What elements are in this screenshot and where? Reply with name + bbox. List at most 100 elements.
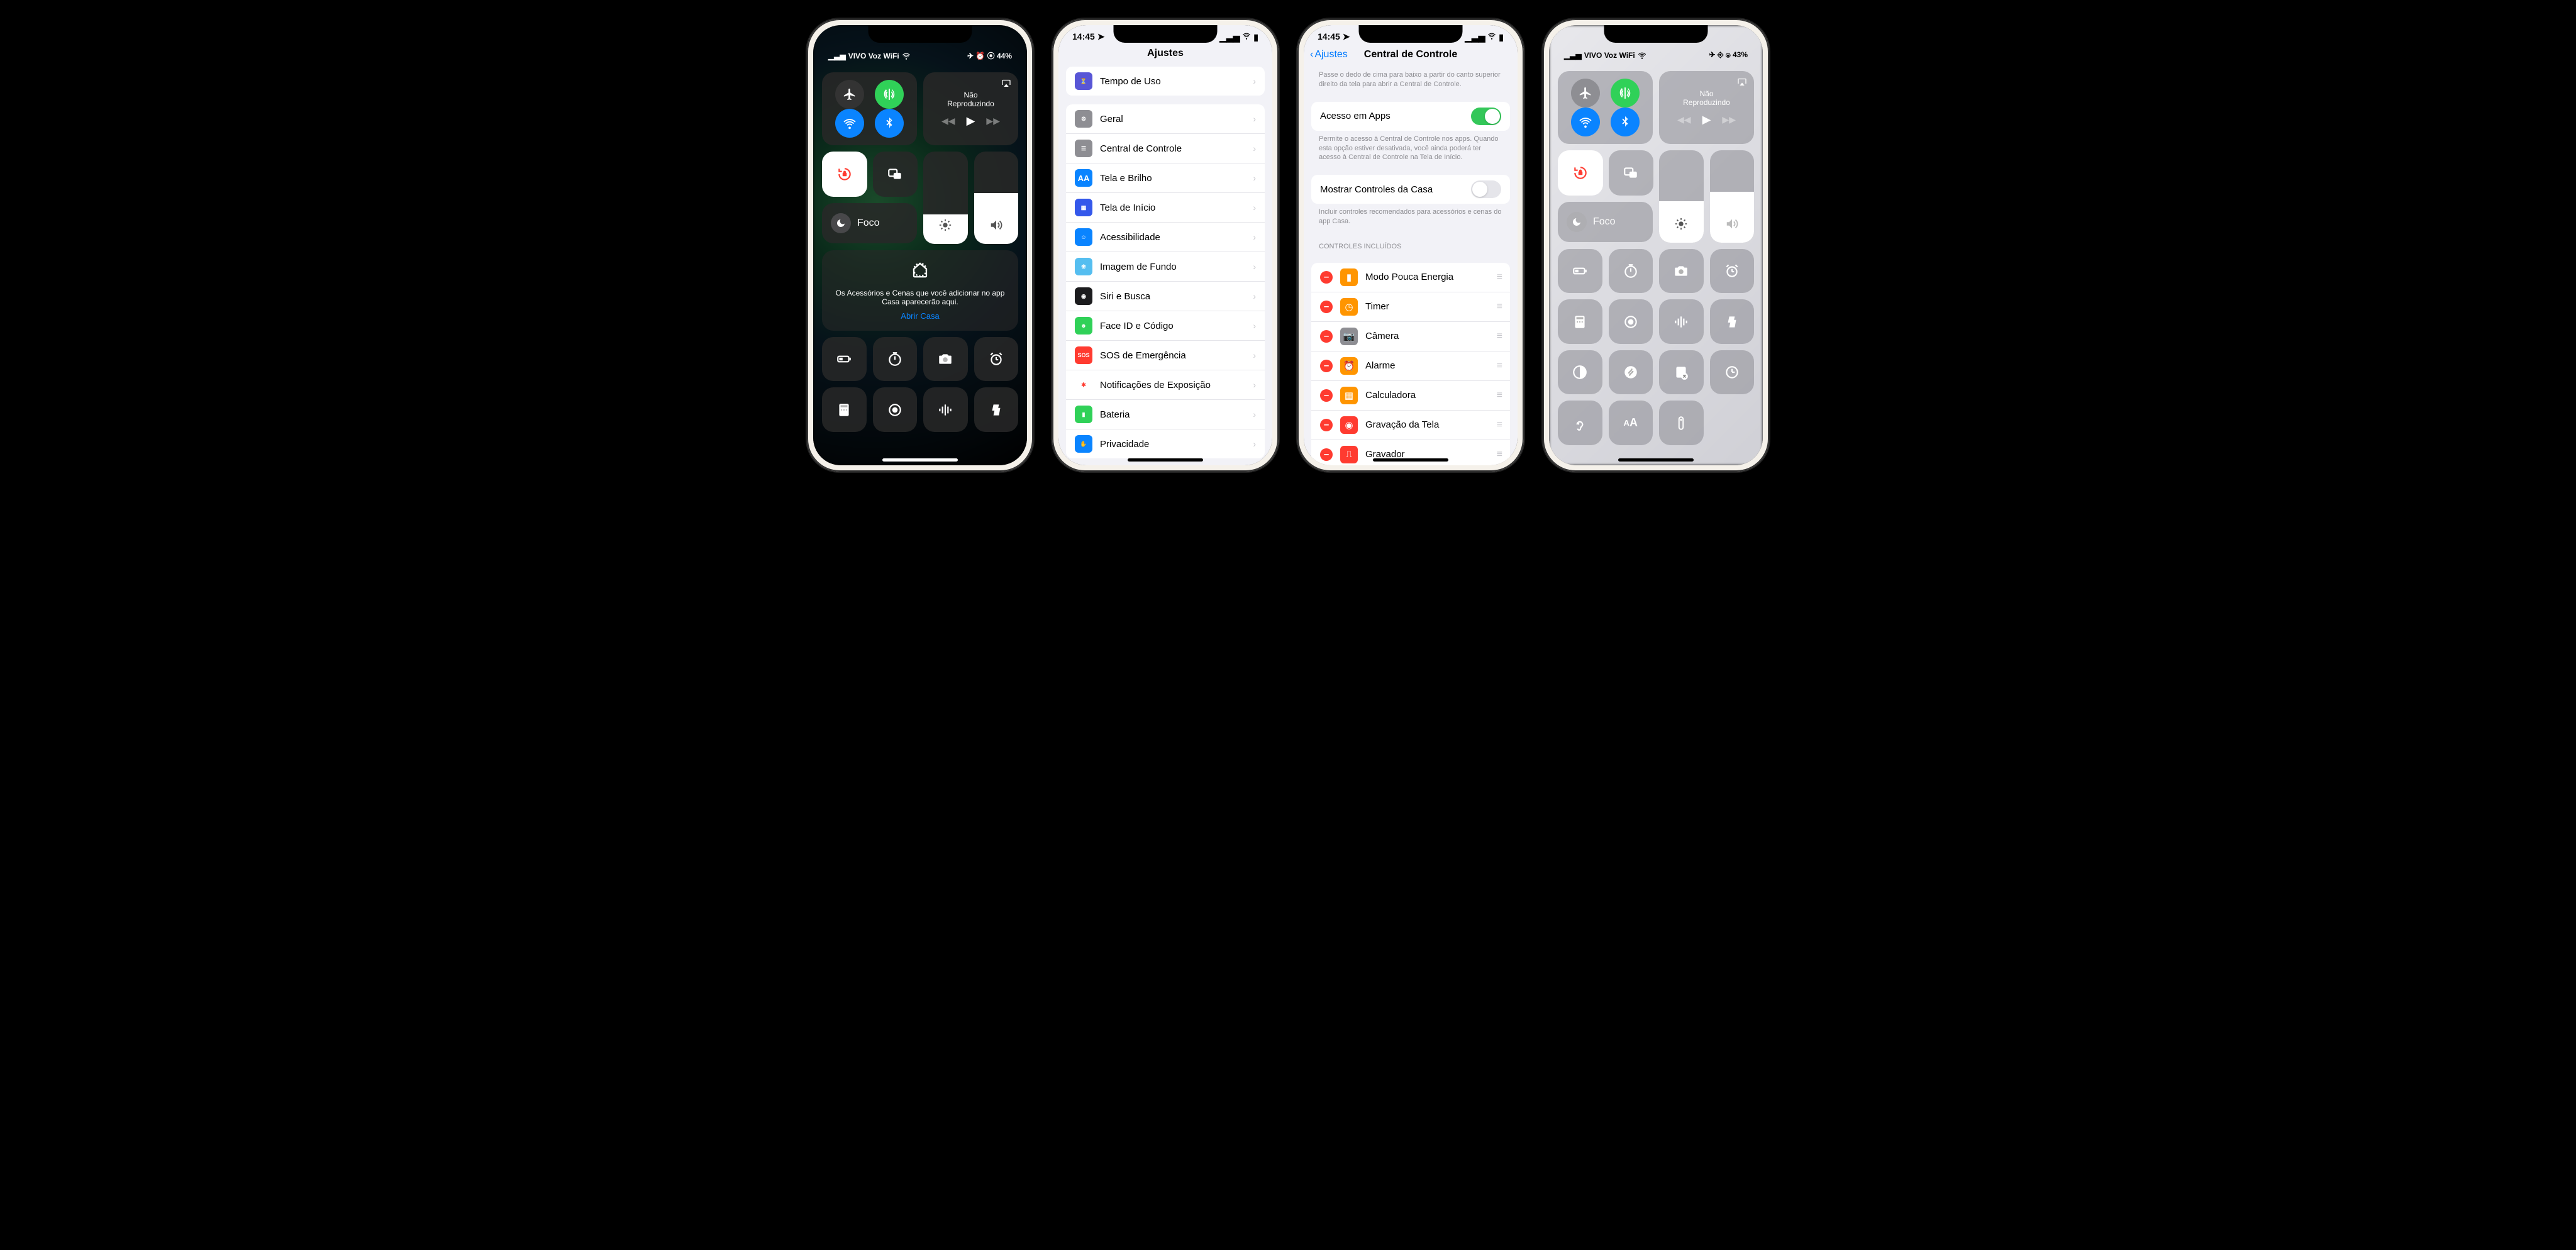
remove-button[interactable]: – (1320, 330, 1333, 343)
cellular-toggle[interactable] (1611, 79, 1640, 108)
screen-mirroring-button[interactable] (1609, 150, 1654, 196)
settings-row[interactable]: ▦ Tela de Início › (1066, 193, 1265, 223)
camera-button[interactable] (1659, 249, 1704, 294)
apple-tv-remote-button[interactable] (1659, 401, 1704, 445)
next-icon[interactable]: ▶▶ (1722, 114, 1736, 125)
prev-icon[interactable]: ◀◀ (941, 116, 955, 126)
calculator-button[interactable] (822, 387, 867, 432)
alarm-button[interactable] (1710, 249, 1755, 294)
drag-handle-icon[interactable]: ≡ (1497, 301, 1501, 312)
settings-row[interactable]: ⚙︎ Geral › (1066, 104, 1265, 134)
remove-button[interactable]: – (1320, 448, 1333, 461)
chevron-icon: › (1253, 76, 1256, 86)
prev-icon[interactable]: ◀◀ (1677, 114, 1691, 125)
chevron-icon: › (1253, 114, 1256, 124)
focus-label: Foco (857, 218, 880, 229)
timer-button[interactable] (1609, 249, 1653, 294)
drag-handle-icon[interactable]: ≡ (1497, 449, 1501, 460)
settings-row[interactable]: ☻ Face ID e Código › (1066, 311, 1265, 341)
remove-button[interactable]: – (1320, 360, 1333, 372)
settings-row[interactable]: ◉ Siri e Busca › (1066, 282, 1265, 311)
chevron-icon: › (1253, 380, 1256, 390)
back-button[interactable]: ‹ Ajustes (1310, 49, 1348, 60)
clock-button[interactable] (1710, 350, 1755, 395)
settings-row[interactable]: ✋ Privacidade › (1066, 429, 1265, 458)
connectivity-group (1558, 71, 1653, 144)
voice-memo-button[interactable] (923, 387, 968, 432)
screen-mirroring-button[interactable] (873, 152, 918, 197)
bluetooth-toggle[interactable] (1611, 108, 1640, 136)
flashlight-button[interactable] (974, 387, 1019, 432)
low-power-button[interactable] (822, 337, 867, 382)
settings-row[interactable]: ☺ Acessibilidade › (1066, 223, 1265, 252)
calculator-button[interactable] (1558, 299, 1602, 344)
remove-button[interactable]: – (1320, 271, 1333, 284)
home-accessories-card[interactable]: Os Acessórios e Cenas que você adicionar… (822, 250, 1018, 331)
focus-label: Foco (1593, 216, 1616, 228)
shazam-button[interactable] (1609, 350, 1653, 395)
orientation-lock-toggle[interactable] (822, 152, 867, 197)
phone-3: 14:45 ➤ ▁▃▅ ▮ ‹ Ajustes Central de Contr… (1297, 19, 1524, 472)
row-label: Tela e Brilho (1100, 173, 1245, 184)
airplane-toggle[interactable] (1571, 79, 1600, 108)
airplay-icon[interactable] (1736, 76, 1748, 89)
phone-2: 14:45 ➤ ▁▃▅ ▮ Ajustes ⏳ Tempo de Uso › ⚙… (1052, 19, 1279, 472)
brightness-slider[interactable] (1659, 150, 1704, 243)
row-label: Câmera (1365, 331, 1489, 341)
drag-handle-icon[interactable]: ≡ (1497, 419, 1501, 431)
cellular-toggle[interactable] (875, 80, 904, 109)
focus-button[interactable]: Foco (822, 203, 917, 243)
row-label: Notificações de Exposição (1100, 380, 1245, 390)
settings-row[interactable]: AA Tela e Brilho › (1066, 163, 1265, 193)
airplane-toggle[interactable] (835, 80, 864, 109)
remove-button[interactable]: – (1320, 389, 1333, 402)
settings-row[interactable]: ❀ Imagem de Fundo › (1066, 252, 1265, 282)
drag-handle-icon[interactable]: ≡ (1497, 360, 1501, 372)
timer-button[interactable] (873, 337, 918, 382)
low-power-button[interactable] (1558, 249, 1602, 294)
settings-row[interactable]: SOS SOS de Emergência › (1066, 341, 1265, 370)
drag-handle-icon[interactable]: ≡ (1497, 272, 1501, 283)
brightness-slider[interactable] (923, 152, 968, 244)
camera-button[interactable] (923, 337, 968, 382)
alarm-button[interactable] (974, 337, 1019, 382)
play-icon[interactable]: ▶ (1702, 113, 1711, 126)
wifi-toggle[interactable] (1571, 108, 1600, 136)
show-home-controls-toggle[interactable] (1471, 180, 1501, 198)
play-icon[interactable]: ▶ (967, 114, 975, 128)
bluetooth-toggle[interactable] (875, 109, 904, 138)
airplay-icon[interactable] (1001, 77, 1012, 91)
focus-button[interactable]: Foco (1558, 202, 1653, 242)
drag-handle-icon[interactable]: ≡ (1497, 331, 1501, 342)
settings-row[interactable]: ▮ Bateria › (1066, 400, 1265, 429)
open-home-link[interactable]: Abrir Casa (832, 311, 1008, 321)
drag-handle-icon[interactable]: ≡ (1497, 390, 1501, 401)
screen-record-button[interactable] (873, 387, 918, 432)
text-size-button[interactable]: AA (1609, 401, 1653, 445)
wifi-toggle[interactable] (835, 109, 864, 138)
remove-button[interactable]: – (1320, 301, 1333, 313)
next-icon[interactable]: ▶▶ (986, 116, 1000, 126)
volume-slider[interactable] (974, 152, 1019, 244)
settings-row[interactable]: ⏳ Tempo de Uso › (1066, 67, 1265, 96)
orientation-lock-toggle[interactable] (1558, 150, 1603, 196)
media-control[interactable]: Não Reproduzindo ◀◀ ▶ ▶▶ (923, 72, 1018, 145)
media-control[interactable]: Não Reproduzindo ◀◀ ▶ ▶▶ (1659, 71, 1754, 144)
connectivity-group (822, 72, 917, 145)
flashlight-button[interactable] (1710, 299, 1755, 344)
settings-row[interactable]: ☰ Central de Controle › (1066, 134, 1265, 163)
volume-slider[interactable] (1710, 150, 1755, 243)
access-in-apps-toggle[interactable] (1471, 108, 1501, 125)
chevron-icon: › (1253, 291, 1256, 301)
settings-row[interactable]: ✱ Notificações de Exposição › (1066, 370, 1265, 400)
screen-record-button[interactable] (1609, 299, 1653, 344)
dark-mode-button[interactable] (1558, 350, 1602, 395)
hearing-button[interactable] (1558, 401, 1602, 445)
voice-memo-button[interactable] (1659, 299, 1704, 344)
row-label: Siri e Busca (1100, 291, 1245, 302)
remove-button[interactable]: – (1320, 419, 1333, 431)
row-label: Alarme (1365, 360, 1489, 371)
chevron-icon: › (1253, 202, 1256, 213)
quick-note-button[interactable] (1659, 350, 1704, 395)
chevron-icon: › (1253, 262, 1256, 272)
